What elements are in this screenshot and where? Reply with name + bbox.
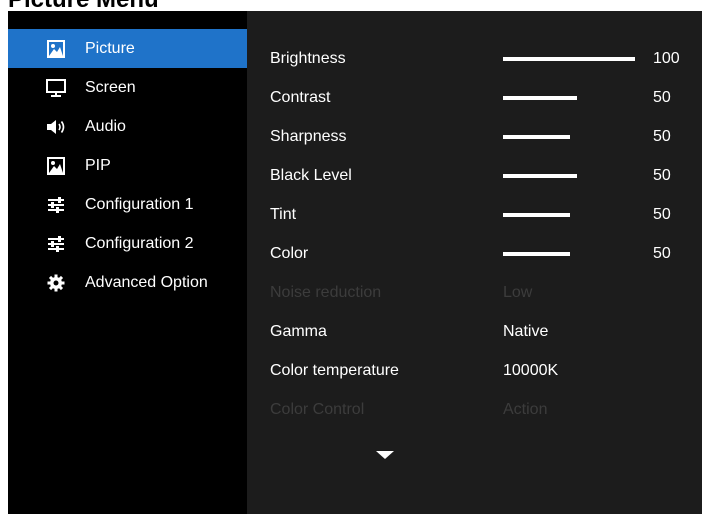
setting-value: 50	[653, 167, 671, 184]
sidebar-item-label: Picture	[85, 40, 135, 57]
setting-value: 50	[653, 89, 671, 106]
setting-label: Color Control	[270, 401, 365, 418]
tint-slider[interactable]	[503, 213, 635, 217]
sidebar-item-configuration-1[interactable]: Configuration 1	[8, 185, 247, 224]
gear-icon	[46, 273, 66, 293]
color-slider[interactable]	[503, 252, 635, 256]
sidebar-item-label: Screen	[85, 79, 136, 96]
setting-label: Color	[270, 245, 309, 262]
sliders-icon	[46, 195, 66, 215]
black-level-setting[interactable]: Black Level 50	[247, 156, 702, 195]
slider-fill	[503, 252, 571, 256]
setting-value: Native	[503, 323, 549, 340]
monitor-icon	[46, 78, 66, 98]
slider-fill	[503, 57, 635, 61]
sidebar-item-label: Advanced Option	[85, 274, 208, 291]
setting-value: 10000K	[503, 362, 559, 379]
sharpness-setting[interactable]: Sharpness 50	[247, 117, 702, 156]
slider-fill	[503, 135, 571, 139]
slider-fill	[503, 213, 571, 217]
brightness-setting[interactable]: Brightness 100	[247, 39, 702, 78]
sidebar-item-configuration-2[interactable]: Configuration 2	[8, 224, 247, 263]
slider-fill	[503, 174, 577, 178]
color-temperature-setting[interactable]: Color temperature 10000K	[247, 351, 702, 390]
setting-label: Contrast	[270, 89, 331, 106]
setting-value: 50	[653, 245, 671, 262]
setting-label: Gamma	[270, 323, 327, 340]
osd-menu: Picture Screen Audio PIP Configuration 1	[8, 11, 702, 514]
gamma-setting[interactable]: Gamma Native	[247, 312, 702, 351]
sharpness-slider[interactable]	[503, 135, 635, 139]
sidebar-item-audio[interactable]: Audio	[8, 107, 247, 146]
contrast-slider[interactable]	[503, 96, 635, 100]
setting-label: Brightness	[270, 50, 346, 67]
sidebar-item-label: Configuration 2	[85, 235, 194, 252]
setting-label: Noise reduction	[270, 284, 382, 301]
sidebar-item-pip[interactable]: PIP	[8, 146, 247, 185]
sidebar-item-label: PIP	[85, 157, 111, 174]
picture-icon	[46, 156, 66, 176]
brightness-slider[interactable]	[503, 57, 635, 61]
slider-fill	[503, 96, 577, 100]
sidebar-item-advanced-option[interactable]: Advanced Option	[8, 263, 247, 302]
sliders-icon	[46, 234, 66, 254]
picture-settings-panel: Brightness 100 Contrast 50 Sharpness 50 …	[247, 11, 702, 514]
sidebar-item-picture[interactable]: Picture	[8, 29, 247, 68]
sidebar: Picture Screen Audio PIP Configuration 1	[8, 11, 247, 514]
black-level-slider[interactable]	[503, 174, 635, 178]
setting-label: Color temperature	[270, 362, 399, 379]
setting-value: Low	[503, 284, 533, 301]
sidebar-item-label: Audio	[85, 118, 126, 135]
triangle-down-icon[interactable]	[376, 451, 394, 459]
tint-setting[interactable]: Tint 50	[247, 195, 702, 234]
setting-label: Sharpness	[270, 128, 347, 145]
color-control-setting: Color Control Action	[247, 390, 702, 429]
contrast-setting[interactable]: Contrast 50	[247, 78, 702, 117]
setting-value: 50	[653, 206, 671, 223]
noise-reduction-setting: Noise reduction Low	[247, 273, 702, 312]
setting-value: 100	[653, 50, 680, 67]
setting-value: Action	[503, 401, 548, 418]
setting-value: 50	[653, 128, 671, 145]
setting-label: Black Level	[270, 167, 352, 184]
setting-label: Tint	[270, 206, 297, 223]
sidebar-item-label: Configuration 1	[85, 196, 194, 213]
speaker-icon	[46, 117, 66, 137]
color-setting[interactable]: Color 50	[247, 234, 702, 273]
picture-icon	[46, 39, 66, 59]
sidebar-item-screen[interactable]: Screen	[8, 68, 247, 107]
